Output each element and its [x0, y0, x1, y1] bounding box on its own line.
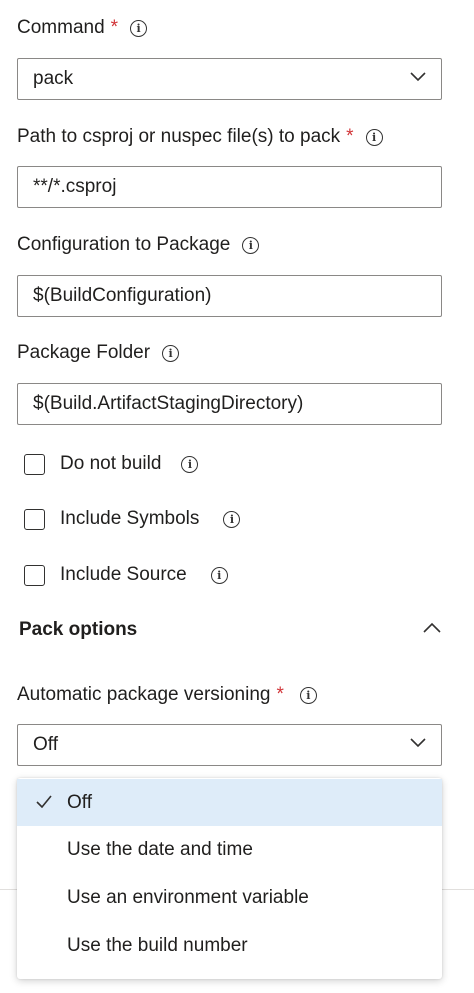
info-icon[interactable]: i: [130, 19, 148, 37]
package-folder-input[interactable]: $(Build.ArtifactStagingDirectory): [17, 383, 442, 425]
option-label: Use an environment variable: [67, 886, 309, 908]
chevron-up-icon[interactable]: [423, 622, 441, 633]
do-not-build-label[interactable]: Do not build: [60, 453, 161, 475]
required-marker: *: [110, 17, 119, 38]
do-not-build-checkbox[interactable]: [24, 453, 45, 475]
versioning-dropdown: Off Use the date and time Use an environ…: [17, 778, 442, 979]
configuration-label-row: Configuration to Package i: [17, 234, 260, 256]
info-icon[interactable]: i: [162, 344, 180, 362]
path-value: **/*.csproj: [33, 176, 117, 197]
include-source-checkbox[interactable]: [24, 564, 45, 586]
info-icon[interactable]: i: [242, 236, 260, 254]
info-icon[interactable]: i: [223, 510, 241, 528]
package-folder-label-row: Package Folder i: [17, 342, 180, 364]
info-icon[interactable]: i: [181, 455, 199, 473]
versioning-label: Automatic package versioning: [17, 684, 271, 705]
configuration-label: Configuration to Package: [17, 234, 231, 255]
info-icon[interactable]: i: [365, 128, 383, 146]
configuration-input[interactable]: $(BuildConfiguration): [17, 275, 442, 317]
chevron-down-icon: [410, 72, 426, 82]
info-icon[interactable]: i: [210, 566, 228, 584]
path-label-row: Path to csproj or nuspec file(s) to pack…: [17, 126, 383, 148]
option-label: Use the date and time: [67, 838, 253, 860]
package-folder-label: Package Folder: [17, 342, 151, 363]
versioning-value: Off: [33, 734, 58, 755]
checkmark-icon: [36, 795, 52, 808]
include-symbols-label[interactable]: Include Symbols: [60, 508, 199, 530]
versioning-select[interactable]: Off: [17, 724, 442, 766]
pack-options-title[interactable]: Pack options: [19, 619, 137, 641]
include-symbols-row: Include Symbols i: [24, 508, 241, 530]
include-source-label[interactable]: Include Source: [60, 564, 187, 586]
command-select[interactable]: pack: [17, 58, 442, 100]
include-symbols-checkbox[interactable]: [24, 508, 45, 530]
command-label: Command: [17, 17, 105, 38]
option-label: Use the build number: [67, 934, 248, 956]
do-not-build-row: Do not build i: [24, 453, 199, 475]
option-environment-variable[interactable]: Use an environment variable: [17, 874, 442, 921]
configuration-value: $(BuildConfiguration): [33, 285, 212, 306]
command-label-row: Command * i: [17, 17, 148, 39]
option-build-number[interactable]: Use the build number: [17, 922, 442, 969]
versioning-label-row: Automatic package versioning * i: [17, 684, 317, 706]
command-value: pack: [33, 68, 74, 89]
option-date-time[interactable]: Use the date and time: [17, 826, 442, 873]
package-folder-value: $(Build.ArtifactStagingDirectory): [33, 393, 304, 414]
required-marker: *: [346, 126, 354, 147]
include-source-row: Include Source i: [24, 564, 228, 586]
path-input[interactable]: **/*.csproj: [17, 166, 442, 208]
chevron-down-icon: [410, 738, 426, 748]
option-label: Off: [67, 791, 92, 813]
info-icon[interactable]: i: [299, 686, 317, 704]
required-marker: *: [276, 684, 284, 705]
option-off[interactable]: Off: [17, 779, 442, 826]
path-label: Path to csproj or nuspec file(s) to pack: [17, 126, 341, 147]
